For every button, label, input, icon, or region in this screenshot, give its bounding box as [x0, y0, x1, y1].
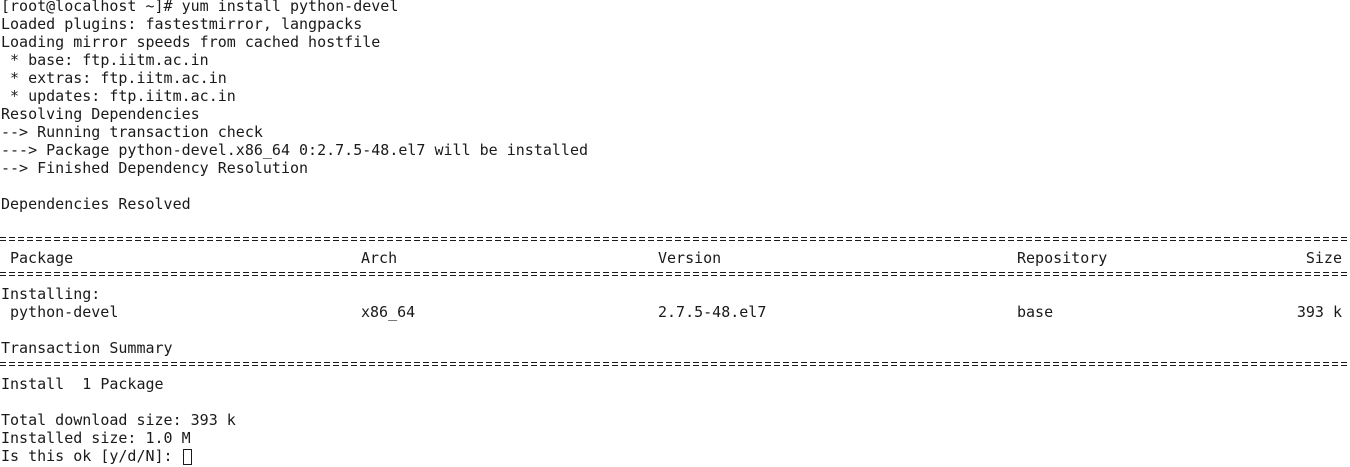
- table-top-separator: [0, 237, 1350, 241]
- header-arch: Arch: [361, 249, 398, 267]
- output-line: * base: ftp.iitm.ac.in: [1, 51, 209, 69]
- header-version: Version: [658, 249, 722, 267]
- section-label: Installing:: [1, 285, 101, 303]
- summary-title: Transaction Summary: [1, 339, 173, 357]
- confirm-prompt[interactable]: Is this ok [y/d/N]:: [1, 447, 192, 465]
- output-line: Dependencies Resolved: [1, 195, 191, 213]
- row-repository: base: [1017, 303, 1054, 321]
- summary-separator: [0, 362, 1350, 366]
- prompt-text: Is this ok [y/d/N]:: [1, 447, 182, 465]
- header-size: Size: [1305, 249, 1342, 267]
- total-download-size: Total download size: 393 k: [1, 411, 236, 429]
- output-line: --> Finished Dependency Resolution: [1, 159, 309, 177]
- text-cursor[interactable]: [182, 449, 192, 465]
- header-repository: Repository: [1017, 249, 1108, 267]
- output-line: --> Running transaction check: [1, 123, 263, 141]
- output-line: Loading mirror speeds from cached hostfi…: [1, 33, 381, 51]
- row-version: 2.7.5-48.el7: [658, 303, 767, 321]
- row-arch: x86_64: [361, 303, 416, 321]
- output-line: ---> Package python-devel.x86_64 0:2.7.5…: [1, 141, 588, 159]
- table-header-separator: [0, 272, 1350, 276]
- output-line: * extras: ftp.iitm.ac.in: [1, 69, 227, 87]
- header-package: Package: [10, 249, 74, 267]
- installed-size: Installed size: 1.0 M: [1, 429, 191, 447]
- command-line: [root@localhost ~]# yum install python-d…: [1, 0, 399, 15]
- output-line: Loaded plugins: fastestmirror, langpacks: [1, 15, 363, 33]
- row-package: python-devel: [10, 303, 119, 321]
- output-line: * updates: ftp.iitm.ac.in: [1, 87, 236, 105]
- row-size: 393 k: [1296, 303, 1342, 321]
- terminal-window[interactable]: [root@localhost ~]# yum install python-d…: [0, 0, 1350, 467]
- install-count: Install 1 Package: [1, 375, 164, 393]
- output-line: Resolving Dependencies: [1, 105, 200, 123]
